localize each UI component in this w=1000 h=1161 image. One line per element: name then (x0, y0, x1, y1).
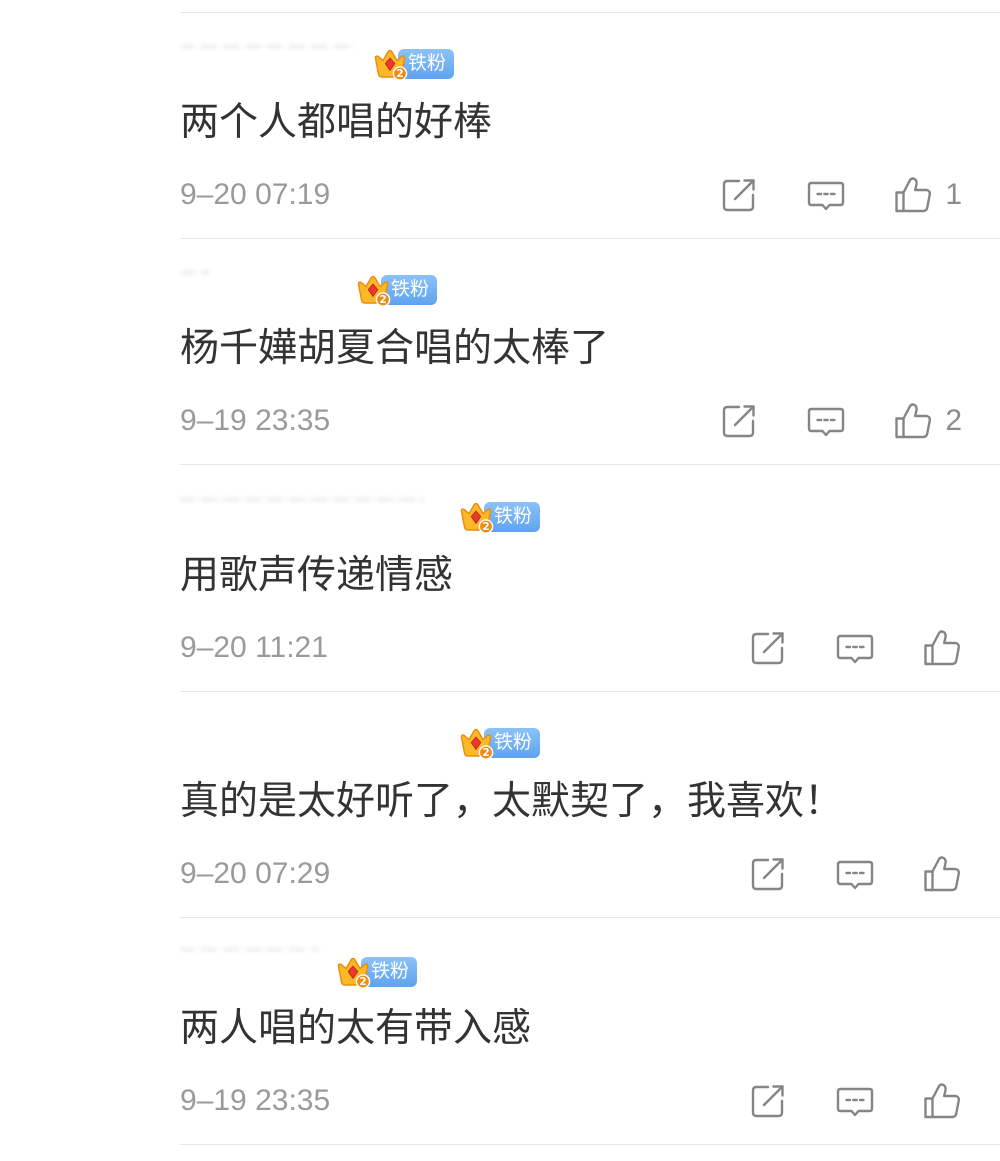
crown-level-icon: 2 (357, 275, 391, 307)
reply-button[interactable] (835, 628, 875, 668)
comment-actions: 2 (719, 401, 962, 441)
iron-fan-badge[interactable]: 2 铁粉 (458, 726, 540, 760)
reply-button[interactable] (806, 175, 846, 215)
comment-text: 用歌声传递情感 (180, 554, 454, 597)
fan-level-number: 2 (482, 747, 489, 759)
comment-actions (748, 854, 962, 894)
crown-level-icon: 2 (337, 957, 371, 989)
comment-item: 2 铁粉 杨千嬅胡夏合唱的太棒了 9–19 23:35 2 (180, 239, 1000, 465)
comment-icon[interactable] (835, 1081, 875, 1121)
iron-fan-badge[interactable]: 2 铁粉 (335, 955, 417, 989)
thumbs-up-icon[interactable] (893, 175, 933, 215)
share-icon[interactable] (748, 1081, 788, 1121)
fan-level-number: 2 (482, 521, 489, 533)
thumbs-up-icon[interactable] (922, 1081, 962, 1121)
comment-text: 杨千嬅胡夏合唱的太棒了 (180, 327, 610, 370)
username-redacted (180, 947, 320, 952)
crown-level-icon: 2 (460, 728, 494, 760)
crown-level-icon: 2 (374, 49, 408, 81)
comment-timestamp: 9–20 07:19 (180, 178, 331, 211)
thumbs-up-icon[interactable] (922, 628, 962, 668)
crown-level-icon: 2 (460, 502, 494, 534)
iron-fan-badge[interactable]: 2 铁粉 (372, 47, 454, 81)
comment-actions (748, 628, 962, 668)
comment-item: 2 铁粉 用歌声传递情感 9–20 11:21 (180, 466, 1000, 692)
comment-icon[interactable] (806, 401, 846, 441)
iron-fan-badge[interactable]: 2 铁粉 (355, 273, 437, 307)
share-button[interactable] (748, 854, 788, 894)
share-icon[interactable] (719, 401, 759, 441)
comment-text: 真的是太好听了，太默契了，我喜欢！ (180, 780, 844, 823)
thumbs-up-icon[interactable] (922, 854, 962, 894)
comment-timestamp: 9–20 07:29 (180, 857, 331, 890)
reply-button[interactable] (835, 1081, 875, 1121)
comment-actions: 1 (719, 175, 962, 215)
comment-timestamp: 9–19 23:35 (180, 1084, 331, 1117)
username-redacted (180, 44, 355, 49)
thumbs-up-icon[interactable] (893, 401, 933, 441)
comment-text: 两人唱的太有带入感 (180, 1007, 532, 1050)
comment-timestamp: 9–20 11:21 (180, 631, 328, 664)
comment-timestamp: 9–19 23:35 (180, 404, 331, 437)
like-button[interactable] (922, 1081, 962, 1121)
fan-level-number: 2 (359, 976, 366, 988)
share-icon[interactable] (719, 175, 759, 215)
username-redacted (180, 270, 210, 275)
username-redacted (180, 497, 425, 502)
comment-actions (748, 1081, 962, 1121)
like-button[interactable] (922, 628, 962, 668)
share-button[interactable] (748, 628, 788, 668)
reply-button[interactable] (835, 854, 875, 894)
comment-icon[interactable] (835, 854, 875, 894)
share-button[interactable] (719, 401, 759, 441)
share-icon[interactable] (748, 628, 788, 668)
like-count[interactable]: 1 (945, 177, 962, 213)
comment-item: 2 铁粉 两个人都唱的好棒 9–20 07:19 1 (180, 13, 1000, 239)
comment-icon[interactable] (806, 175, 846, 215)
iron-fan-badge[interactable]: 2 铁粉 (458, 500, 540, 534)
share-icon[interactable] (748, 854, 788, 894)
reply-button[interactable] (806, 401, 846, 441)
comment-icon[interactable] (835, 628, 875, 668)
comment-item: 2 铁粉 两人唱的太有带入感 9–19 23:35 (180, 919, 1000, 1145)
fan-level-number: 2 (379, 294, 386, 306)
share-button[interactable] (748, 1081, 788, 1121)
like-button[interactable]: 1 (893, 175, 962, 215)
comment-text: 两个人都唱的好棒 (180, 101, 493, 144)
comment-item: 2 铁粉 真的是太好听了，太默契了，我喜欢！ 9–20 07:29 (180, 692, 1000, 918)
like-button[interactable] (922, 854, 962, 894)
like-count[interactable]: 2 (945, 403, 962, 439)
like-button[interactable]: 2 (893, 401, 962, 441)
share-button[interactable] (719, 175, 759, 215)
fan-level-number: 2 (396, 68, 403, 80)
